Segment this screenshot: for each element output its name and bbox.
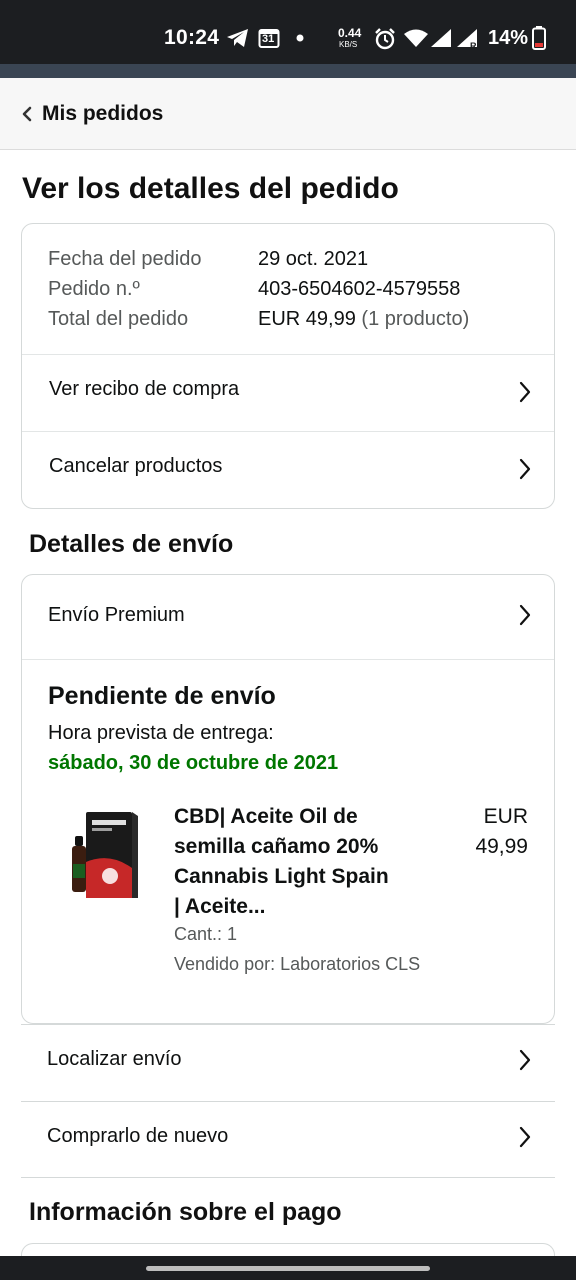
chevron-right-icon (519, 381, 531, 403)
shipping-method-label: Envío Premium (48, 604, 185, 626)
status-time: 10:24 (164, 26, 220, 49)
shipping-section-title: Detalles de envío (29, 530, 234, 558)
product-title[interactable]: CBD| Aceite Oil de semilla cañamo 20% Ca… (174, 802, 424, 922)
buy-again-row[interactable]: Comprarlo de nuevo (21, 1101, 555, 1178)
order-total-label: Total del pedido (48, 308, 189, 330)
price-currency: EUR (483, 805, 528, 828)
view-receipt-row[interactable]: Ver recibo de compra (22, 354, 554, 431)
product-title-line: CBD| Aceite Oil de (174, 805, 358, 828)
back-to-orders-link[interactable]: Mis pedidos (0, 78, 220, 150)
chevron-right-icon (519, 1049, 531, 1071)
product-price: EUR 49,99 (475, 802, 528, 862)
signal-icon (431, 29, 451, 47)
net-speed-unit: KB/S (339, 40, 358, 49)
product-title-line: | Aceite... (174, 895, 266, 918)
cancel-products-label: Cancelar productos (49, 455, 223, 477)
calendar-day: 31 (262, 33, 275, 45)
shipment-details: Pendiente de envío Hora prevista de entr… (22, 659, 554, 1023)
cancel-products-row[interactable]: Cancelar productos (22, 431, 554, 509)
navigation-bar: Mis pedidos (0, 78, 576, 150)
product-title-line: Cannabis Light Spain (174, 865, 389, 888)
track-shipment-label: Localizar envío (47, 1048, 182, 1070)
product-image[interactable] (66, 806, 138, 902)
order-date-label: Fecha del pedido (48, 248, 202, 270)
order-number-value: 403-6504602-4579558 (258, 278, 461, 300)
chevron-left-icon (22, 106, 32, 122)
chevron-right-icon (519, 1126, 531, 1148)
eta-date: sábado, 30 de octubre de 2021 (48, 752, 339, 774)
app-top-bar (0, 64, 576, 78)
chevron-right-icon (519, 604, 531, 626)
net-speed-value: 0.44 (338, 26, 362, 40)
telegram-icon (227, 29, 248, 47)
chevron-right-icon (519, 458, 531, 480)
wifi-icon (404, 29, 428, 47)
buy-again-label: Comprarlo de nuevo (47, 1125, 229, 1147)
eta-label: Hora prevista de entrega: (48, 722, 274, 744)
shipping-method-row[interactable]: Envío Premium (22, 575, 554, 659)
payment-section-title: Información sobre el pago (29, 1198, 342, 1226)
track-shipment-row[interactable]: Localizar envío (21, 1024, 555, 1101)
product-seller: Vendido por: Laboratorios CLS (174, 954, 421, 974)
shipping-card: Envío Premium Pendiente de envío Hora pr… (21, 574, 555, 1024)
product-quantity: Cant.: 1 (174, 924, 238, 944)
order-total-count: (1 producto) (361, 308, 470, 330)
order-summary-card: Fecha del pedido 29 oct. 2021 Pedido n.º… (21, 223, 555, 509)
price-amount: 49,99 (475, 835, 528, 858)
shipment-status: Pendiente de envío (48, 682, 276, 710)
order-total-amount: EUR 49,99 (258, 308, 356, 330)
order-total-value: EUR 49,99 (1 producto) (258, 308, 469, 331)
status-bar: 10:24 31 0.44 KB/S R 14% (0, 0, 576, 64)
divider (21, 1177, 555, 1178)
page-title: Ver los detalles del pedido (22, 172, 399, 205)
battery-icon (532, 26, 546, 50)
view-receipt-label: Ver recibo de compra (49, 378, 240, 400)
back-link-label: Mis pedidos (42, 102, 164, 125)
home-indicator[interactable] (146, 1266, 430, 1271)
order-date-value: 29 oct. 2021 (258, 248, 369, 270)
system-navigation-bar (0, 1256, 576, 1280)
product-title-line: semilla cañamo 20% (174, 835, 379, 858)
svg-text:R: R (470, 41, 477, 50)
dot-icon (296, 34, 304, 42)
alarm-icon (375, 28, 395, 50)
order-number-label: Pedido n.º (48, 278, 140, 300)
battery-percent: 14% (488, 27, 529, 49)
signal-r-icon: R (457, 29, 477, 50)
